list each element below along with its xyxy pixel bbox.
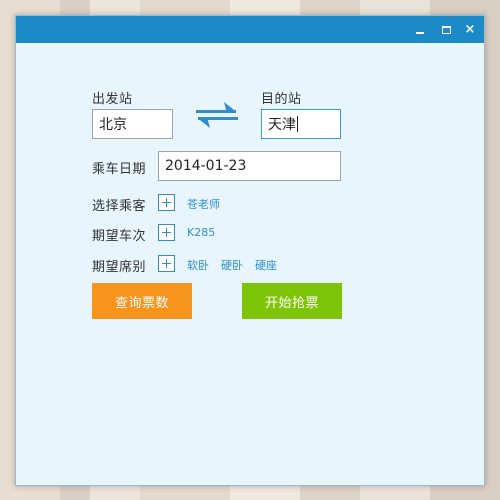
train-label: 期望车次 (92, 229, 147, 244)
text-caret (297, 116, 298, 132)
add-passenger-plus-icon[interactable] (158, 194, 175, 211)
add-seat-plus-icon[interactable] (158, 255, 175, 272)
query-tickets-button[interactable]: 查询票数 (92, 283, 192, 319)
minimize-icon (416, 31, 424, 34)
date-input[interactable]: 2014-01-23 (158, 151, 341, 181)
to-station-value: 天津 (268, 117, 296, 133)
passenger-label: 选择乘客 (92, 199, 147, 214)
title-bar[interactable]: × (16, 16, 484, 43)
from-station-label: 出发站 (92, 92, 133, 107)
close-button[interactable]: × (457, 16, 483, 43)
to-station-label: 目的站 (261, 92, 302, 107)
maximize-icon (441, 25, 451, 34)
close-icon: × (464, 22, 476, 37)
add-train-plus-icon[interactable] (158, 224, 175, 241)
date-label: 乘车日期 (92, 162, 147, 177)
maximize-button[interactable] (433, 16, 459, 43)
from-station-input[interactable]: 北京 (92, 109, 173, 139)
seat-label: 期望席别 (92, 260, 147, 275)
minimize-button[interactable] (407, 16, 433, 43)
from-station-value: 北京 (99, 117, 127, 133)
train-tag[interactable]: K285 (187, 226, 215, 239)
swap-arrows-icon[interactable] (194, 100, 240, 130)
start-grab-button[interactable]: 开始抢票 (242, 283, 342, 319)
seat-tag-hard-sleeper[interactable]: 硬卧 (221, 257, 243, 273)
app-window: × 出发站 北京 目的站 天津 乘车日期 2014-01-23 选择乘客 苍老师… (15, 15, 485, 486)
to-station-input[interactable]: 天津 (261, 109, 341, 139)
seat-tag-hard-seat[interactable]: 硬座 (255, 257, 277, 273)
seat-tag-soft-sleeper[interactable]: 软卧 (187, 257, 209, 273)
date-value: 2014-01-23 (165, 158, 247, 174)
passenger-tag[interactable]: 苍老师 (187, 196, 220, 212)
